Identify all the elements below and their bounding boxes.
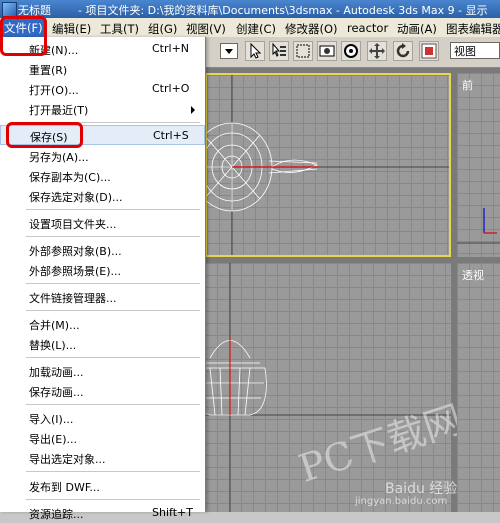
menu-item-xref-scene[interactable]: 外部参照场景(E)... bbox=[0, 260, 205, 280]
red-highlight-file-menu bbox=[0, 16, 47, 56]
select-by-name-icon[interactable] bbox=[269, 41, 289, 61]
menu-item-open[interactable]: 打开(O)... Ctrl+O bbox=[0, 79, 205, 99]
menu-item-save-copy-as[interactable]: 保存副本为(C)... bbox=[0, 166, 205, 186]
3dsmax-app-icon[interactable] bbox=[2, 2, 17, 17]
file-menu-dropdown: 新建(N)... Ctrl+N 重置(R) 打开(O)... Ctrl+O 打开… bbox=[0, 37, 206, 521]
menu-edit[interactable]: 编辑(E) bbox=[52, 21, 91, 37]
menu-item-merge[interactable]: 合并(M)... bbox=[0, 314, 205, 334]
menu-item-import[interactable]: 导入(I)... bbox=[0, 408, 205, 428]
menu-group[interactable]: 组(G) bbox=[148, 21, 177, 37]
viewports-area: 前 PC下载网 Baidu 经验 jingyan.baidu.com 透视 bbox=[205, 68, 500, 512]
menu-modifiers[interactable]: 修改器(O) bbox=[285, 21, 338, 37]
reference-coordinate-select[interactable]: 视图 bbox=[450, 42, 500, 59]
menu-separator bbox=[26, 236, 200, 237]
menu-item-replace[interactable]: 替换(L)... bbox=[0, 334, 205, 354]
menu-item-export-selected[interactable]: 导出选定对象... bbox=[0, 448, 205, 468]
menu-tools[interactable]: 工具(T) bbox=[100, 21, 139, 37]
menu-item-load-animation[interactable]: 加载动画... bbox=[0, 361, 205, 381]
menu-bar: 文件(F) 编辑(E) 工具(T) 组(G) 视图(V) 创建(C) 修改器(O… bbox=[0, 18, 500, 38]
menu-animation[interactable]: 动画(A) bbox=[397, 21, 437, 37]
select-and-link-icon[interactable] bbox=[341, 41, 361, 61]
rectangular-selection-icon[interactable] bbox=[293, 41, 313, 61]
menu-separator bbox=[26, 357, 200, 358]
menu-item-reset[interactable]: 重置(R) bbox=[0, 59, 205, 79]
menu-separator bbox=[26, 499, 200, 500]
menu-item-export[interactable]: 导出(E)... bbox=[0, 428, 205, 448]
selection-filter-dropdown[interactable] bbox=[220, 43, 238, 59]
title-bar: 无标题 - 项目文件夹: D:\我的资料库\Documents\3dsmax -… bbox=[0, 0, 500, 18]
scale-icon[interactable] bbox=[419, 41, 439, 61]
menu-reactor[interactable]: reactor bbox=[347, 21, 388, 35]
viewport-top[interactable] bbox=[205, 73, 451, 257]
menu-view[interactable]: 视图(V) bbox=[186, 21, 226, 37]
watermark-url: jingyan.baidu.com bbox=[355, 496, 448, 507]
menu-item-set-project-folder[interactable]: 设置项目文件夹... bbox=[0, 213, 205, 233]
viewport-perspective[interactable]: 透视 bbox=[457, 263, 500, 512]
main-toolbar: 视图 bbox=[205, 37, 500, 68]
menu-item-file-link-manager[interactable]: 文件链接管理器... bbox=[0, 287, 205, 307]
menu-item-save-animation[interactable]: 保存动画... bbox=[0, 381, 205, 401]
menu-separator bbox=[26, 209, 200, 210]
viewport-left[interactable]: PC下载网 Baidu 经验 jingyan.baidu.com bbox=[205, 263, 467, 512]
window-title: - 项目文件夹: D:\我的资料库\Documents\3dsmax - Aut… bbox=[78, 4, 488, 17]
axis-tripod-icon bbox=[457, 208, 500, 244]
menu-item-open-recent[interactable]: 打开最近(T) bbox=[0, 99, 205, 119]
menu-item-save-as[interactable]: 另存为(A)... bbox=[0, 146, 205, 166]
menu-create[interactable]: 创建(C) bbox=[236, 21, 276, 37]
teapot-top-wireframe bbox=[207, 75, 449, 255]
baidu-logo: Baidu 经验 bbox=[385, 481, 458, 497]
menu-separator bbox=[26, 310, 200, 311]
submenu-arrow-icon bbox=[191, 106, 195, 114]
menu-item-xref-objects[interactable]: 外部参照对象(B)... bbox=[0, 240, 205, 260]
menu-graph-editors[interactable]: 图表编辑器 bbox=[446, 21, 500, 37]
select-object-icon[interactable] bbox=[245, 41, 265, 61]
menu-item-asset-tracking[interactable]: 资源追踪... Shift+T bbox=[0, 503, 205, 523]
viewport-perspective-label[interactable]: 透视 bbox=[462, 267, 484, 283]
menu-separator bbox=[26, 471, 200, 472]
window-crossing-icon[interactable] bbox=[317, 41, 337, 61]
menu-item-publish-dwf[interactable]: 发布到 DWF... bbox=[0, 476, 205, 496]
viewport-front[interactable]: 前 bbox=[457, 73, 500, 257]
rotate-icon[interactable] bbox=[393, 41, 413, 61]
red-highlight-save bbox=[6, 122, 83, 148]
menu-item-save-selected[interactable]: 保存选定对象(D)... bbox=[0, 186, 205, 206]
move-icon[interactable] bbox=[367, 41, 387, 61]
menu-separator bbox=[26, 283, 200, 284]
menu-separator bbox=[26, 404, 200, 405]
